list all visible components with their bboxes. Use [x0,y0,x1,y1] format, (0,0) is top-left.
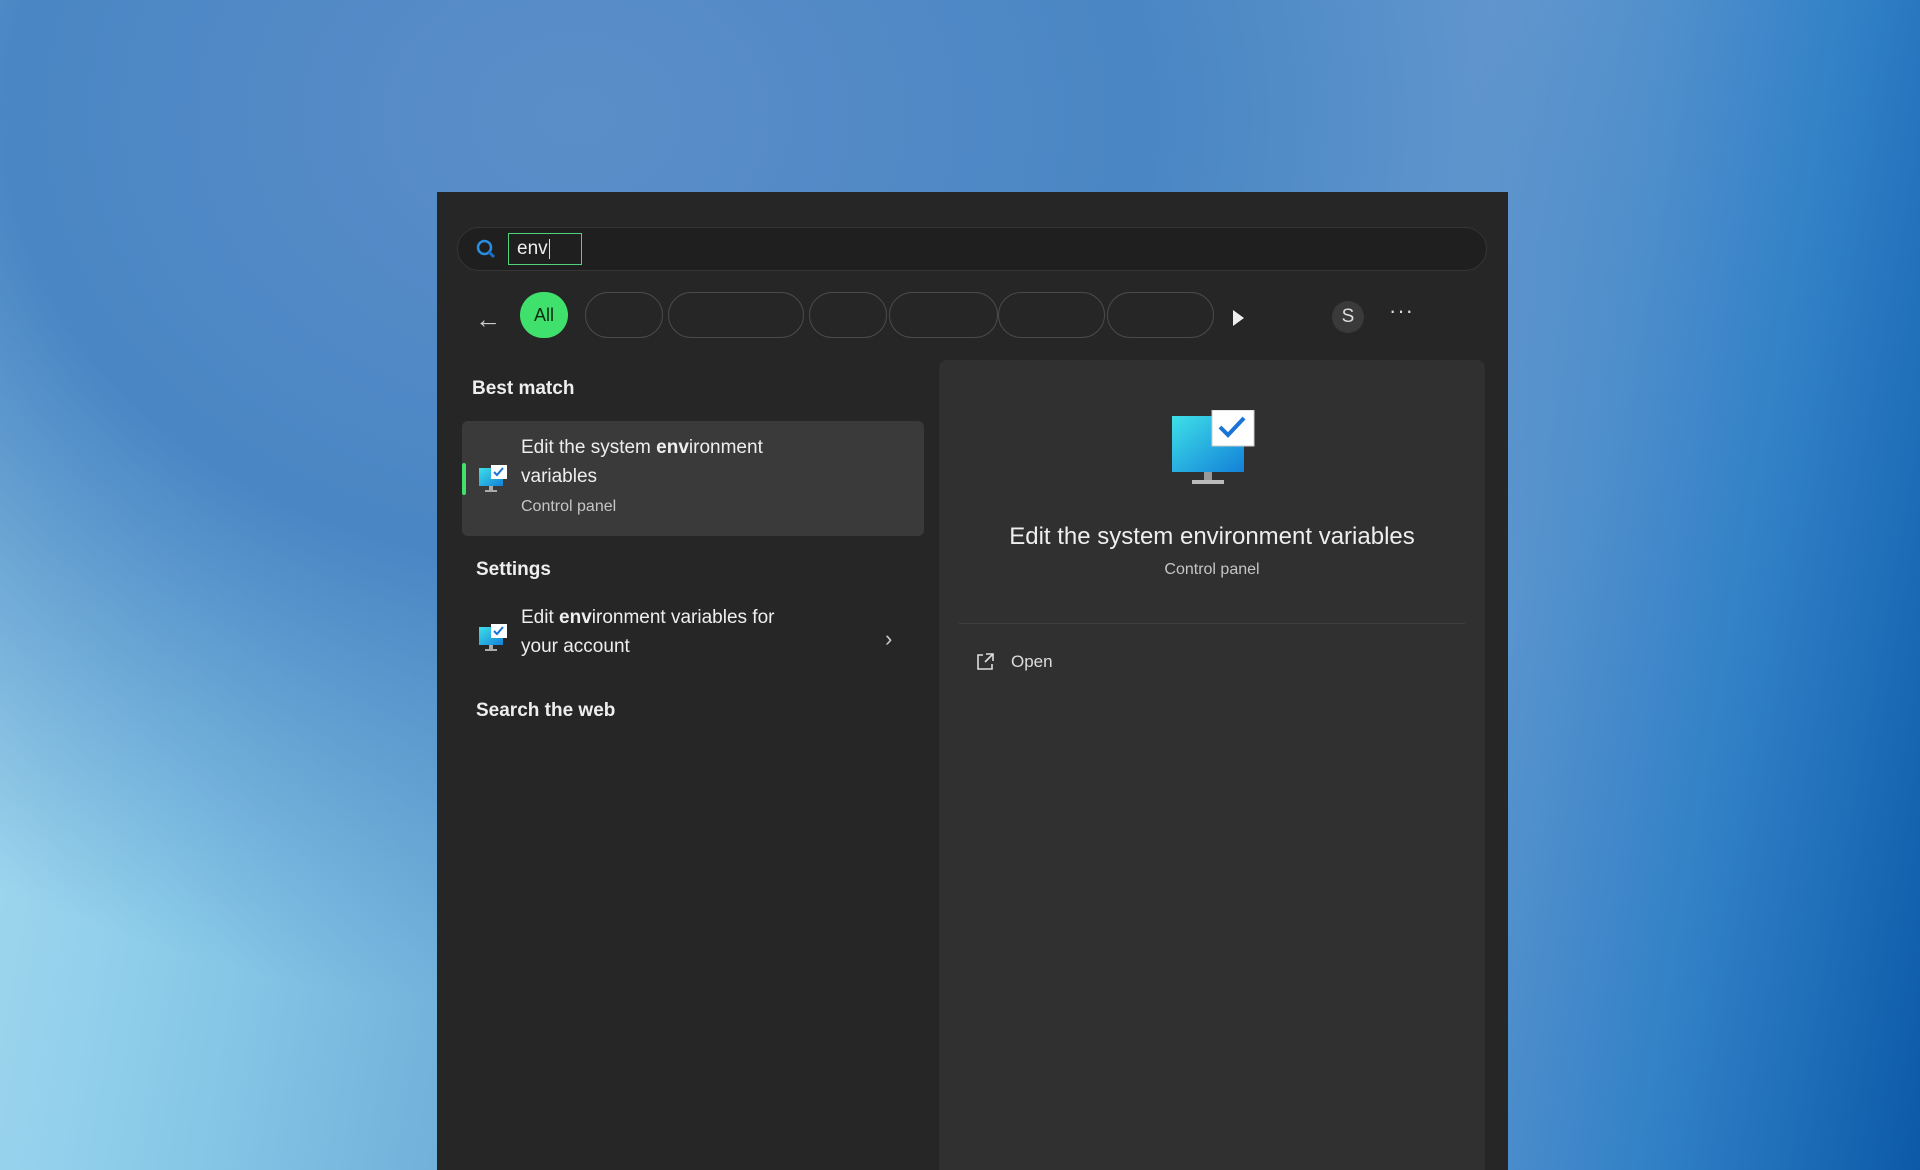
divider [959,623,1465,624]
search-input[interactable]: env [508,233,582,265]
best-match-title: Edit the system environment variables [521,437,763,487]
preview-subtitle: Control panel [1164,561,1260,578]
filter-tab[interactable] [585,292,663,338]
best-match-item[interactable]: Edit the system environment variables Con… [462,421,924,536]
text-caret [548,239,551,259]
more-options-icon[interactable]: ··· [1389,298,1414,324]
preview-pane: Edit the system environment variables Co… [939,360,1485,1170]
settings-item-title: Edit environment variables for your accou… [521,607,775,657]
filter-tab[interactable] [889,292,998,338]
settings-item[interactable]: Edit environment variables for your accou… [462,602,924,672]
best-match-subtitle: Control panel [521,498,617,515]
selection-indicator [462,463,466,495]
avatar[interactable]: S [1332,301,1364,333]
search-icon [476,239,496,259]
search-box[interactable]: env [457,227,1487,271]
monitor-check-icon [1172,410,1255,484]
chevron-right-icon[interactable]: › [885,626,892,652]
monitor-check-icon [479,624,507,651]
filter-tab[interactable] [668,292,804,338]
section-settings: Settings [476,559,551,580]
filter-tab[interactable] [998,292,1105,338]
search-panel: env ← All S ··· Best match Edit the syst… [437,192,1508,1170]
section-search-web: Search the web [476,700,616,721]
filter-tab-all[interactable]: All [520,292,568,338]
back-arrow-icon[interactable]: ← [475,304,501,335]
scroll-right-icon[interactable] [1233,310,1244,326]
filter-tab[interactable] [809,292,887,338]
preview-title: Edit the system environment variables [1009,523,1415,550]
section-best-match: Best match [472,378,575,399]
filter-tab[interactable] [1107,292,1214,338]
open-external-icon [977,653,994,670]
open-button[interactable]: Open [975,652,1053,672]
monitor-check-icon [479,465,507,492]
